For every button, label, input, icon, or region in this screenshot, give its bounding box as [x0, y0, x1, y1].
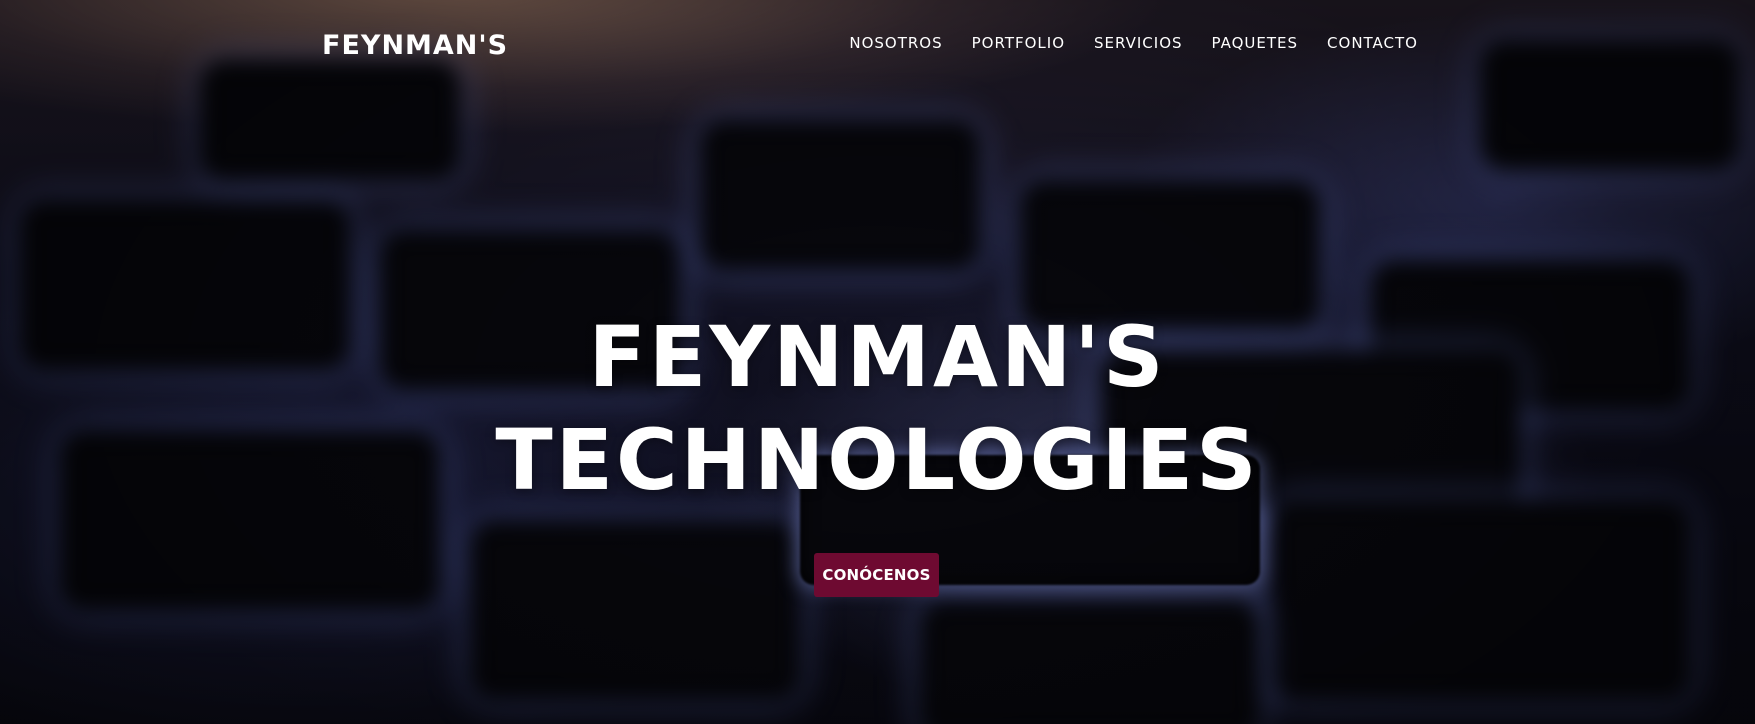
conocenos-button[interactable]: CONÓCENOS	[814, 553, 939, 597]
hero-title-line2: TECHNOLOGIES	[495, 411, 1260, 509]
logo[interactable]: FEYNMAN'S	[322, 31, 508, 61]
nav-link-contacto[interactable]: CONTACTO	[1327, 33, 1418, 53]
hero-title-line1: FEYNMAN'S	[588, 308, 1167, 406]
nav-link-paquetes[interactable]: PAQUETES	[1212, 33, 1299, 53]
nav-menu: NOSOTROS PORTFOLIO SERVICIOS PAQUETES CO…	[849, 33, 1418, 53]
hero-title: FEYNMAN'S TECHNOLOGIES	[0, 306, 1755, 512]
navbar: FEYNMAN'S NOSOTROS PORTFOLIO SERVICIOS P…	[0, 0, 1755, 88]
nav-link-servicios[interactable]: SERVICIOS	[1094, 33, 1183, 53]
nav-link-portfolio[interactable]: PORTFOLIO	[972, 33, 1065, 53]
hero-section: FEYNMAN'S NOSOTROS PORTFOLIO SERVICIOS P…	[0, 0, 1755, 724]
nav-link-nosotros[interactable]: NOSOTROS	[849, 33, 942, 53]
